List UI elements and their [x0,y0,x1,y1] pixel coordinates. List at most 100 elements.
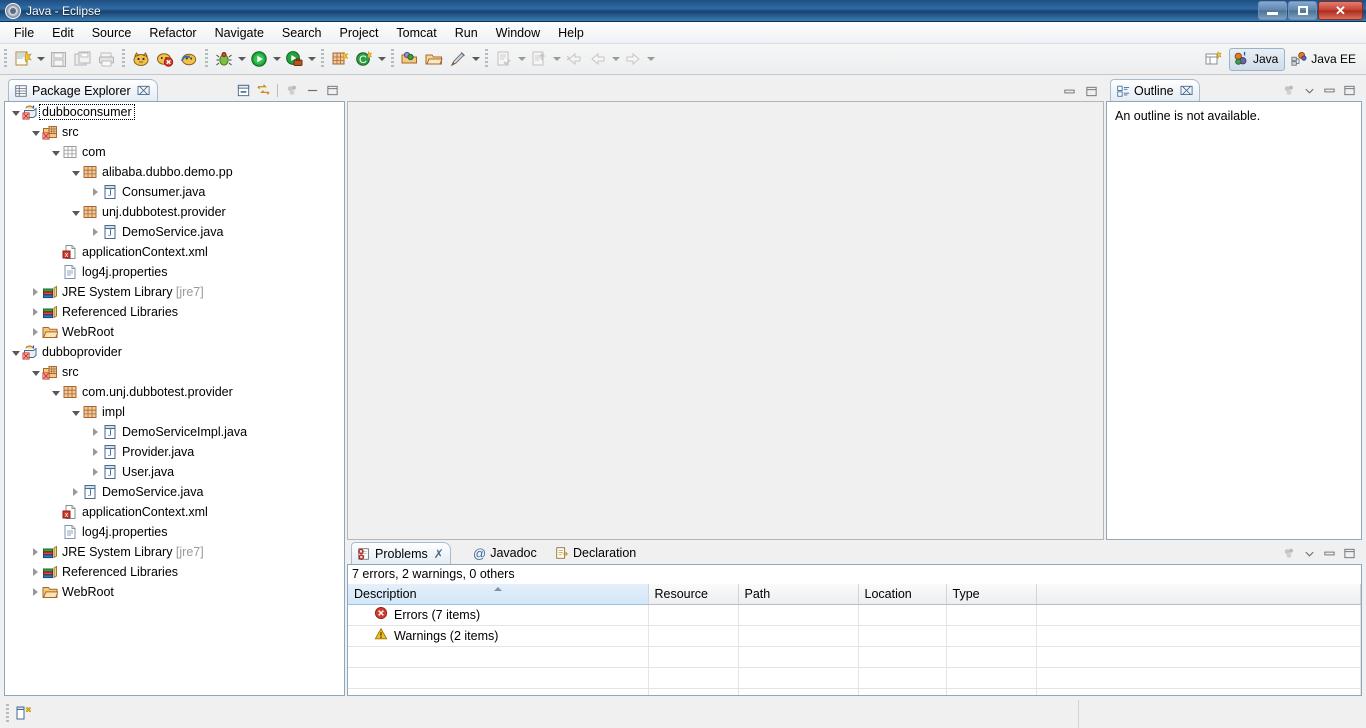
open-type-icon[interactable] [398,47,422,71]
expanded-arrow-icon[interactable] [69,162,82,182]
tree-item-referenced-libraries[interactable]: Referenced Libraries [5,562,344,582]
run-dropdown-icon[interactable] [271,48,282,70]
column-type[interactable]: Type [946,584,1037,605]
tree-item-log4j-properties[interactable]: log4j.properties [5,262,344,282]
tomcat-start-icon[interactable] [129,47,153,71]
tree-item-unj-dubbotest-provider[interactable]: unj.dubbotest.provider [5,202,344,222]
collapsed-arrow-icon[interactable] [29,282,42,302]
expanded-arrow-icon[interactable] [49,382,62,402]
tab-declaration[interactable]: Declaration [550,542,642,564]
minimize-icon[interactable] [1320,81,1338,99]
minimize-icon[interactable] [303,81,321,99]
column-description[interactable]: Description [348,584,649,605]
tree-item-alibaba-dubbo-demo-pp[interactable]: alibaba.dubbo.demo.pp [5,162,344,182]
collapsed-arrow-icon[interactable] [29,582,42,602]
collapsed-arrow-icon[interactable] [69,482,82,502]
menu-navigate[interactable]: Navigate [206,24,273,42]
close-icon[interactable]: ⌧ [1180,84,1194,98]
toolbar-grip[interactable] [321,49,324,69]
link-with-editor-icon[interactable] [254,81,272,99]
tree-item-webroot[interactable]: WebRoot [5,322,344,342]
menu-run[interactable]: Run [446,24,487,42]
tree-item-jre-system-library[interactable]: JRE System Library [jre7] [5,542,344,562]
menu-source[interactable]: Source [83,24,141,42]
open-perspective-icon[interactable] [1202,47,1226,71]
toolbar-grip[interactable] [4,49,7,69]
tree-item-demoserviceimpl-java[interactable]: J DemoServiceImpl.java [5,422,344,442]
expanded-arrow-icon[interactable] [29,362,42,382]
toolbar-grip[interactable] [391,49,394,69]
close-icon[interactable]: ⌧ [137,84,151,98]
tab-outline[interactable]: Outline ⌧ [1110,79,1201,101]
debug-icon[interactable] [212,47,236,71]
restore-button[interactable] [1288,1,1317,20]
expanded-arrow-icon[interactable] [9,102,22,122]
chevron-down-icon[interactable] [1300,544,1318,562]
collapse-all-icon[interactable] [234,81,252,99]
menu-edit[interactable]: Edit [43,24,83,42]
collapsed-arrow-icon[interactable] [29,542,42,562]
tomcat-restart-icon[interactable] [177,47,201,71]
tab-javadoc[interactable]: @ Javadoc [468,542,543,564]
collapsed-arrow-icon[interactable] [89,442,102,462]
toolbar-grip[interactable] [122,49,125,69]
new-java-class-icon[interactable]: C [352,47,376,71]
collapsed-arrow-icon[interactable] [29,302,42,322]
tree-item-jre-system-library[interactable]: JRE System Library [jre7] [5,282,344,302]
new-java-class-dropdown-icon[interactable] [376,48,387,70]
statusbar-grip[interactable] [6,704,9,724]
maximize-icon[interactable] [1340,544,1358,562]
expanded-arrow-icon[interactable] [49,142,62,162]
new-java-package-icon[interactable] [328,47,352,71]
tree-item-webroot[interactable]: WebRoot [5,582,344,602]
tree-item-user-java[interactable]: J User.java [5,462,344,482]
search-icon[interactable] [446,47,470,71]
collapsed-arrow-icon[interactable] [89,222,102,242]
tree-item-referenced-libraries[interactable]: Referenced Libraries [5,302,344,322]
column-location[interactable]: Location [858,584,947,605]
new-wizard-icon[interactable] [11,47,35,71]
collapsed-arrow-icon[interactable] [89,462,102,482]
collapsed-arrow-icon[interactable] [89,182,102,202]
tab-problems[interactable]: Problems ✗ [351,542,451,564]
minimize-button[interactable] [1258,1,1287,20]
perspective-javaee-button[interactable]: Java EE [1288,48,1362,71]
tree-item-log4j-properties[interactable]: log4j.properties [5,522,344,542]
minimize-icon[interactable] [1320,544,1338,562]
menu-tomcat[interactable]: Tomcat [387,24,445,42]
view-menu-icon[interactable] [1280,81,1298,99]
maximize-icon[interactable] [323,81,341,99]
tomcat-stop-icon[interactable] [153,47,177,71]
column-resource[interactable]: Resource [648,584,739,605]
tree-item-impl[interactable]: impl [5,402,344,422]
menu-file[interactable]: File [5,24,43,42]
table-row[interactable]: Warnings (2 items) [348,625,1361,647]
expanded-arrow-icon[interactable] [69,202,82,222]
expanded-arrow-icon[interactable] [29,122,42,142]
chevron-down-icon[interactable] [1300,81,1318,99]
editor-empty-body[interactable] [347,101,1104,540]
open-task-icon[interactable] [422,47,446,71]
tree-item-applicationcontext-xml[interactable]: x applicationContext.xml [5,502,344,522]
maximize-icon[interactable] [1340,81,1358,99]
menu-window[interactable]: Window [487,24,549,42]
run-icon[interactable] [247,47,271,71]
tree-item-com[interactable]: com [5,142,344,162]
tree-item-src[interactable]: src [5,362,344,382]
menu-project[interactable]: Project [331,24,388,42]
menu-search[interactable]: Search [273,24,331,42]
tree-item-provider-java[interactable]: J Provider.java [5,442,344,462]
perspective-java-button[interactable]: Java [1228,47,1286,71]
debug-dropdown-icon[interactable] [236,48,247,70]
menu-help[interactable]: Help [549,24,593,42]
tree-item-src[interactable]: src [5,122,344,142]
tree-item-consumer-java[interactable]: J Consumer.java [5,182,344,202]
column-path[interactable]: Path [738,584,859,605]
run-external-tools-icon[interactable] [282,47,306,71]
view-menu-icon[interactable] [283,81,301,99]
project-tree[interactable]: dubboconsumer src com alibaba.dubbo.demo.pp… [5,102,344,695]
collapsed-arrow-icon[interactable] [29,562,42,582]
menu-refactor[interactable]: Refactor [140,24,205,42]
collapsed-arrow-icon[interactable] [29,322,42,342]
run-external-tools-dropdown-icon[interactable] [306,48,317,70]
